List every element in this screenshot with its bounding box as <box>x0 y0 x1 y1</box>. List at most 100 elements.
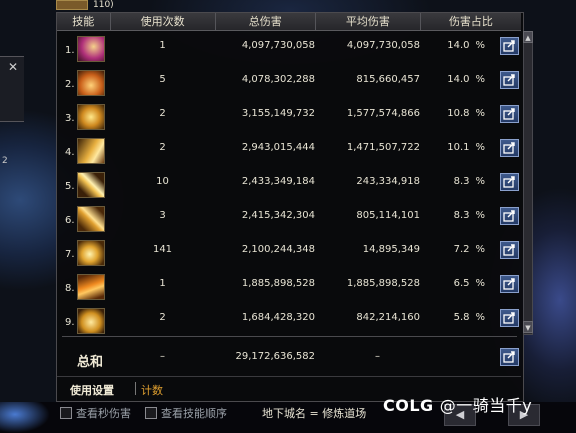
row-damage-share: 14.0% <box>420 40 485 51</box>
row-pct-symbol: % <box>475 108 485 119</box>
share-icon <box>503 176 515 188</box>
tab-settings[interactable]: 使用设置 <box>70 382 114 398</box>
row-uses: 2 <box>159 108 166 119</box>
share-button[interactable] <box>500 241 519 259</box>
row-average-damage: 14,895,349 <box>362 244 420 255</box>
table-scrollbar[interactable] <box>523 31 533 335</box>
row-average-damage: 1,577,574,866 <box>346 108 420 119</box>
table-row: 8. 1 1,885,898,528 1,885,898,528 6.5% <box>57 269 521 303</box>
share-button[interactable] <box>500 105 519 123</box>
table-row: 4. 2 2,943,015,444 1,471,507,722 10.1% <box>57 133 521 167</box>
show-dps-checkbox[interactable] <box>60 407 72 419</box>
row-pct-symbol: % <box>475 278 485 289</box>
share-button[interactable] <box>500 309 519 327</box>
summary-label: 总和 <box>77 355 104 370</box>
column-damage-share: 伤害占比 <box>448 15 493 28</box>
row-average-damage: 4,097,730,058 <box>346 40 420 51</box>
skill-icon <box>77 172 105 198</box>
row-uses: 2 <box>159 142 166 153</box>
column-total-damage: 总伤害 <box>216 13 316 30</box>
skill-icon <box>77 206 105 232</box>
row-damage-share: 10.8% <box>420 108 485 119</box>
skill-icon <box>77 274 105 300</box>
share-button[interactable] <box>500 71 519 89</box>
row-index: 3. <box>65 113 75 124</box>
watermark-name: @一骑当千y <box>439 396 533 415</box>
row-index: 5. <box>65 181 75 192</box>
row-total-damage: 1,885,898,528 <box>241 278 315 289</box>
table-row: 5. 10 2,433,349,184 243,334,918 8.3% <box>57 167 521 201</box>
share-button[interactable] <box>500 37 519 55</box>
row-pct-value: 14.0 <box>447 40 470 51</box>
summary-share-button[interactable] <box>500 348 519 366</box>
row-average-damage: 1,471,507,722 <box>346 142 420 153</box>
share-icon <box>503 278 515 290</box>
row-index: 2. <box>65 79 75 90</box>
share-button[interactable] <box>500 173 519 191</box>
row-total-damage: 4,097,730,058 <box>241 40 315 51</box>
row-total-damage: 2,433,349,184 <box>241 176 315 187</box>
row-total-damage: 2,415,342,304 <box>241 210 315 221</box>
row-index: 8. <box>65 283 75 294</box>
show-order-checkbox[interactable] <box>145 407 157 419</box>
show-dps-label[interactable]: 查看秒伤害 <box>76 405 131 421</box>
row-index: 4. <box>65 147 75 158</box>
share-button[interactable] <box>500 207 519 225</box>
corner-emblem <box>0 402 50 433</box>
row-damage-share: 8.3% <box>420 176 485 187</box>
skill-icon <box>77 70 105 96</box>
show-order-label[interactable]: 查看技能顺序 <box>161 405 227 421</box>
side-panel-number: 2 <box>2 156 8 166</box>
share-button[interactable] <box>500 275 519 293</box>
row-uses: 10 <box>156 176 169 187</box>
row-pct-symbol: % <box>475 40 485 51</box>
row-pct-symbol: % <box>475 210 485 221</box>
row-pct-value: 14.0 <box>447 74 470 85</box>
row-index: 1. <box>65 45 75 56</box>
row-pct-value: 8.3 <box>453 176 470 187</box>
row-index: 9. <box>65 317 75 328</box>
row-pct-value: 8.3 <box>453 210 470 221</box>
share-button[interactable] <box>500 139 519 157</box>
row-pct-symbol: % <box>475 176 485 187</box>
row-damage-share: 6.5% <box>420 278 485 289</box>
row-damage-share: 8.3% <box>420 210 485 221</box>
summary-row: 总和 – 29,172,636,582 – <box>57 340 521 374</box>
row-pct-value: 5.8 <box>453 312 470 323</box>
column-uses: 使用次数 <box>111 13 216 30</box>
table-header: 技能 使用次数 总伤害 平均伤害 伤害占比 <box>57 13 521 31</box>
row-pct-symbol: % <box>475 142 485 153</box>
row-uses: 1 <box>159 40 166 51</box>
watermark-logo: COLG <box>383 396 434 415</box>
row-uses: 1 <box>159 278 166 289</box>
level-text: 110) <box>93 0 114 10</box>
tab-count[interactable]: 计数 <box>141 382 163 398</box>
side-panel-close-icon[interactable]: ✕ <box>8 60 18 74</box>
row-pct-value: 7.2 <box>453 244 470 255</box>
row-total-damage: 2,943,015,444 <box>241 142 315 153</box>
row-average-damage: 815,660,457 <box>356 74 420 85</box>
scroll-down-icon[interactable]: ▼ <box>523 321 533 333</box>
top-tab[interactable] <box>56 0 88 10</box>
skill-table: 1. 1 4,097,730,058 4,097,730,058 14.0% 2… <box>57 31 521 337</box>
share-icon <box>503 351 515 363</box>
row-average-damage: 1,885,898,528 <box>346 278 420 289</box>
row-damage-share: 5.8% <box>420 312 485 323</box>
share-icon <box>503 210 515 222</box>
row-pct-symbol: % <box>475 74 485 85</box>
share-icon <box>503 74 515 86</box>
summary-divider <box>62 336 517 337</box>
row-average-damage: 842,214,160 <box>356 312 420 323</box>
share-icon <box>503 244 515 256</box>
row-pct-value: 6.5 <box>453 278 470 289</box>
row-pct-symbol: % <box>475 244 485 255</box>
tab-divider <box>135 382 136 395</box>
watermark: COLG @一骑当千y <box>383 392 532 416</box>
share-icon <box>503 108 515 120</box>
summary-uses: – <box>160 351 165 362</box>
row-total-damage: 1,684,428,320 <box>241 312 315 323</box>
scroll-up-icon[interactable]: ▲ <box>523 31 533 43</box>
row-uses: 141 <box>152 244 173 255</box>
row-uses: 3 <box>159 210 166 221</box>
row-average-damage: 243,334,918 <box>356 176 420 187</box>
